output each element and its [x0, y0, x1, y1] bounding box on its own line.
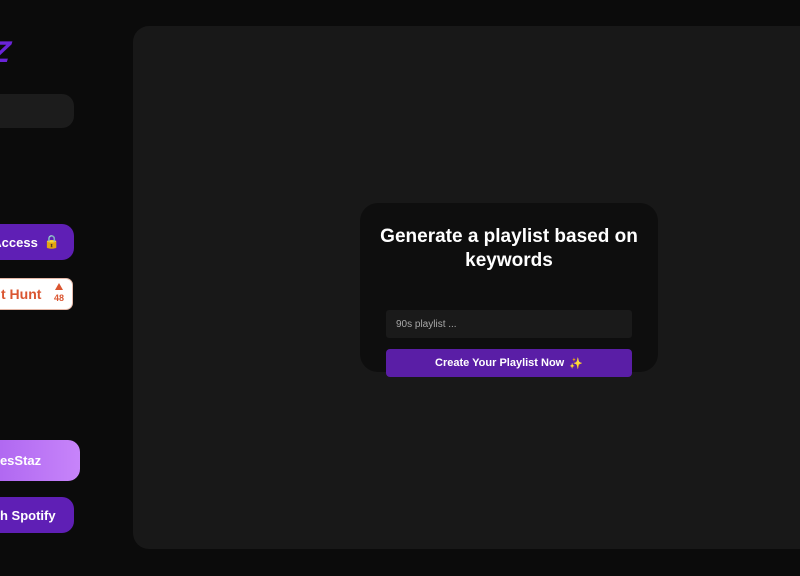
create-playlist-button[interactable]: Create Your Playlist Now ✨ — [386, 349, 632, 377]
lock-icon: 🔒 — [43, 234, 60, 249]
bluesstaz-button[interactable]: uesStaz — [0, 440, 80, 481]
product-hunt-badge[interactable]: t Hunt 48 — [0, 278, 73, 310]
upvote-arrow-icon — [55, 283, 63, 290]
spotify-button[interactable]: h Spotify — [0, 497, 74, 533]
page: DIZ d Access 🔒 t Hunt 48 uesStaz h Spoti… — [0, 0, 800, 576]
playlist-generator-card: Generate a playlist based on keywords Cr… — [360, 203, 658, 377]
create-playlist-label: Create Your Playlist Now — [435, 357, 565, 369]
upvote-count: 48 — [53, 293, 64, 303]
sidebar-search-box[interactable] — [0, 94, 74, 128]
card-title: Generate a playlist based on keywords — [380, 226, 638, 271]
app-logo[interactable]: DIZ — [0, 36, 11, 70]
main-panel: Generate a playlist based on keywords Cr… — [133, 26, 800, 549]
upvote-counter: 48 — [49, 283, 69, 303]
keyword-input[interactable] — [386, 310, 632, 338]
early-access-label: d Access — [0, 234, 38, 250]
early-access-button[interactable]: d Access 🔒 — [0, 224, 74, 260]
sparkle-icon: ✨ — [569, 357, 583, 370]
product-hunt-label: t Hunt — [1, 286, 42, 302]
